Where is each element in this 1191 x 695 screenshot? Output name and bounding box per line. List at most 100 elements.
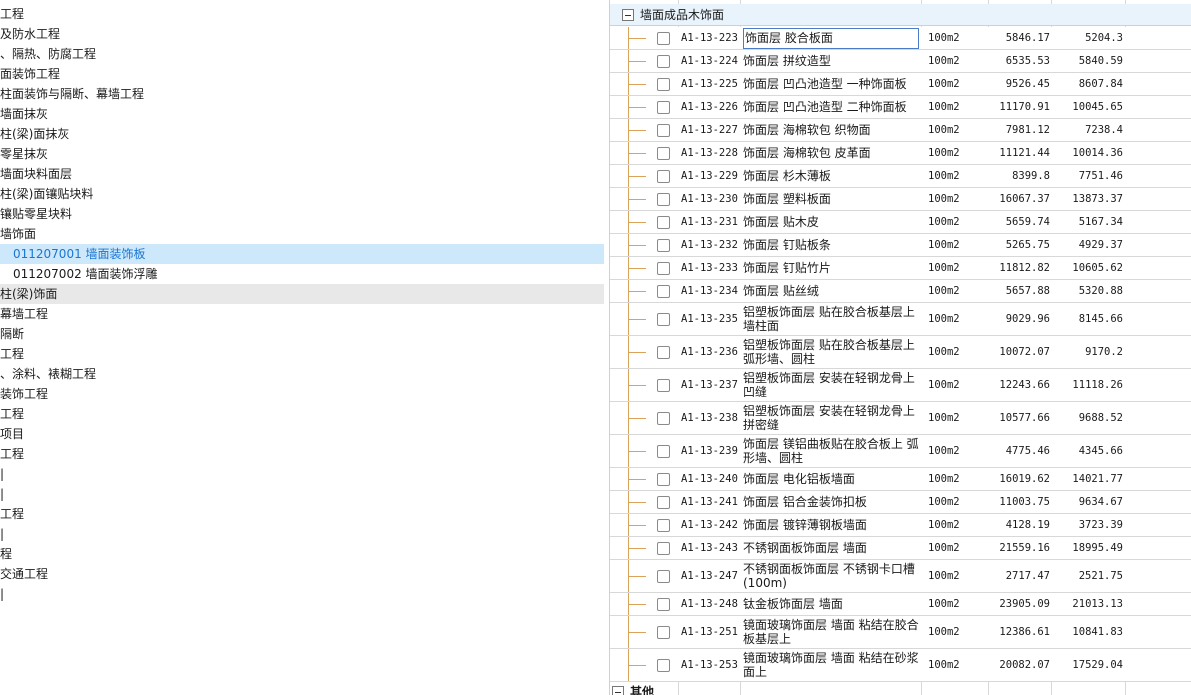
table-row[interactable]: A1-13-233 饰面层 钉贴竹片 100m2 11812.82 10605.62	[610, 257, 1191, 280]
table-row[interactable]: A1-13-228 饰面层 海棉软包 皮革面 100m2 11121.44 10014.…	[610, 142, 1191, 165]
quota-name[interactable]: 镜面玻璃饰面层 墙面 粘结在胶合板基层上	[743, 618, 919, 646]
tree-item[interactable]: 墙饰面	[0, 224, 604, 244]
row-checkbox[interactable]	[657, 569, 670, 583]
quota-name[interactable]: 饰面层 海棉软包 织物面	[743, 119, 919, 142]
row-checkbox[interactable]	[657, 625, 670, 639]
table-row[interactable]: A1-13-224 饰面层 拼纹造型 100m2 6535.53 5840.59	[610, 50, 1191, 73]
row-checkbox[interactable]	[657, 54, 670, 68]
tree-item[interactable]: 011207001 墙面装饰板	[0, 244, 604, 264]
row-checkbox[interactable]	[657, 597, 670, 611]
table-row[interactable]: A1-13-240 饰面层 电化铝板墙面 100m2 16019.62 14021.77	[610, 468, 1191, 491]
row-checkbox[interactable]	[657, 472, 670, 486]
tree-item[interactable]: 柱面装饰与隔断、幕墙工程	[0, 84, 604, 104]
quota-name[interactable]: 铝塑板饰面层 安装在轻钢龙骨上 拼密缝	[743, 404, 919, 432]
row-checkbox[interactable]	[657, 444, 670, 458]
table-row[interactable]: A1-13-234 饰面层 贴丝绒 100m2 5657.88 5320.88	[610, 280, 1191, 303]
row-checkbox[interactable]	[657, 169, 670, 183]
row-checkbox[interactable]	[657, 312, 670, 326]
tree-item[interactable]: 、涂料、裱糊工程	[0, 364, 604, 384]
table-row[interactable]: A1-13-239 饰面层 镁铝曲板贴在胶合板上 弧形墙、圆柱 100m2 4775.…	[610, 435, 1191, 468]
tree-item[interactable]: 011207002 墙面装饰浮雕	[0, 264, 604, 284]
table-row[interactable]: A1-13-223 饰面层 胶合板面 100m2 5846.17 5204.3	[610, 27, 1191, 50]
tree-item[interactable]: 镶贴零星块料	[0, 204, 604, 224]
tree-item[interactable]: 项目	[0, 424, 604, 444]
table-row[interactable]: A1-13-253 镜面玻璃饰面层 墙面 粘结在砂浆面上 100m2 20082.07…	[610, 649, 1191, 682]
table-row[interactable]: A1-13-247 不锈钢面板饰面层 不锈钢卡口槽 (100m) 100m2 2717…	[610, 560, 1191, 593]
tree-item[interactable]: 柱(梁)饰面	[0, 284, 604, 304]
table-row[interactable]: A1-13-225 饰面层 凹凸池造型 一种饰面板 100m2 9526.45 8607…	[610, 73, 1191, 96]
table-row[interactable]: A1-13-230 饰面层 塑料板面 100m2 16067.37 13873.37	[610, 188, 1191, 211]
row-checkbox[interactable]	[657, 495, 670, 509]
table-row[interactable]: A1-13-242 饰面层 镀锌薄钢板墙面 100m2 4128.19 3723.39	[610, 514, 1191, 537]
row-checkbox[interactable]	[657, 261, 670, 275]
tree-item[interactable]: 装饰工程	[0, 384, 604, 404]
row-checkbox[interactable]	[657, 192, 670, 206]
quota-name[interactable]: 饰面层 杉木薄板	[743, 165, 919, 188]
tree-item[interactable]: |	[0, 524, 604, 544]
table-row[interactable]: A1-13-236 铝塑板饰面层 贴在胶合板基层上 弧形墙、圆柱 100m2 1007…	[610, 336, 1191, 369]
tree-item[interactable]: 工程	[0, 504, 604, 524]
row-checkbox[interactable]	[657, 658, 670, 672]
row-checkbox[interactable]	[657, 123, 670, 137]
table-row[interactable]: A1-13-238 铝塑板饰面层 安装在轻钢龙骨上 拼密缝 100m2 10577.6…	[610, 402, 1191, 435]
row-checkbox[interactable]	[657, 345, 670, 359]
table-row[interactable]: A1-13-237 铝塑板饰面层 安装在轻钢龙骨上 凹缝 100m2 12243.66…	[610, 369, 1191, 402]
tree-item[interactable]: |	[0, 464, 604, 484]
table-row[interactable]: A1-13-243 不锈钢面板饰面层 墙面 100m2 21559.16 18995.4…	[610, 537, 1191, 560]
group-row-other[interactable]: 其他	[610, 683, 1191, 695]
tree-item[interactable]: 、隔热、防腐工程	[0, 44, 604, 64]
collapse-icon[interactable]	[622, 9, 634, 21]
tree-item[interactable]: 工程	[0, 444, 604, 464]
row-checkbox[interactable]	[657, 146, 670, 160]
quota-name[interactable]: 饰面层 镀锌薄钢板墙面	[743, 514, 919, 537]
table-row[interactable]: A1-13-248 钛金板饰面层 墙面 100m2 23905.09 21013.13	[610, 593, 1191, 616]
quota-name[interactable]: 饰面层 胶合板面	[743, 28, 919, 49]
table-row[interactable]: A1-13-226 饰面层 凹凸池造型 二种饰面板 100m2 11170.91 100…	[610, 96, 1191, 119]
tree-item[interactable]: 交通工程	[0, 564, 604, 584]
table-row[interactable]: A1-13-227 饰面层 海棉软包 织物面 100m2 7981.12 7238.4	[610, 119, 1191, 142]
group-row[interactable]: 墙面成品木饰面	[610, 4, 1191, 26]
tree-item[interactable]: 程	[0, 544, 604, 564]
quota-name[interactable]: 饰面层 拼纹造型	[743, 50, 919, 73]
quota-name[interactable]: 镜面玻璃饰面层 墙面 粘结在砂浆面上	[743, 651, 919, 679]
row-checkbox[interactable]	[657, 238, 670, 252]
row-checkbox[interactable]	[657, 31, 670, 45]
quota-name[interactable]: 不锈钢面板饰面层 墙面	[743, 537, 919, 560]
quota-name[interactable]: 不锈钢面板饰面层 不锈钢卡口槽 (100m)	[743, 562, 919, 590]
table-row[interactable]: A1-13-231 饰面层 贴木皮 100m2 5659.74 5167.34	[610, 211, 1191, 234]
tree-item[interactable]: 隔断	[0, 324, 604, 344]
quota-name[interactable]: 饰面层 塑料板面	[743, 188, 919, 211]
tree-item[interactable]: 及防水工程	[0, 24, 604, 44]
quota-name[interactable]: 铝塑板饰面层 贴在胶合板基层上 弧形墙、圆柱	[743, 338, 919, 366]
quota-name[interactable]: 饰面层 凹凸池造型 一种饰面板	[743, 73, 919, 96]
quota-name[interactable]: 饰面层 电化铝板墙面	[743, 468, 919, 491]
collapse-icon[interactable]	[612, 686, 624, 695]
tree-item[interactable]: 零星抹灰	[0, 144, 604, 164]
quota-name[interactable]: 饰面层 海棉软包 皮革面	[743, 142, 919, 165]
row-checkbox[interactable]	[657, 100, 670, 114]
tree-item[interactable]: 柱(梁)面抹灰	[0, 124, 604, 144]
row-checkbox[interactable]	[657, 518, 670, 532]
quota-name[interactable]: 饰面层 贴木皮	[743, 211, 919, 234]
tree-item[interactable]: |	[0, 484, 604, 504]
tree-item[interactable]: 墙面抹灰	[0, 104, 604, 124]
tree-item[interactable]: 墙面块料面层	[0, 164, 604, 184]
table-row[interactable]: A1-13-241 饰面层 铝合金装饰扣板 100m2 11003.75 9634.67	[610, 491, 1191, 514]
tree-item[interactable]: |	[0, 584, 604, 604]
row-checkbox[interactable]	[657, 541, 670, 555]
table-row[interactable]: A1-13-235 铝塑板饰面层 贴在胶合板基层上 墙柱面 100m2 9029.96…	[610, 303, 1191, 336]
quota-name[interactable]: 钛金板饰面层 墙面	[743, 593, 919, 616]
quota-name[interactable]: 铝塑板饰面层 贴在胶合板基层上 墙柱面	[743, 305, 919, 333]
tree-item[interactable]: 工程	[0, 404, 604, 424]
tree-item[interactable]: 幕墙工程	[0, 304, 604, 324]
quota-name[interactable]: 饰面层 贴丝绒	[743, 280, 919, 303]
row-checkbox[interactable]	[657, 284, 670, 298]
row-checkbox[interactable]	[657, 215, 670, 229]
quota-name[interactable]: 铝塑板饰面层 安装在轻钢龙骨上 凹缝	[743, 371, 919, 399]
row-checkbox[interactable]	[657, 378, 670, 392]
quota-name[interactable]: 饰面层 镁铝曲板贴在胶合板上 弧形墙、圆柱	[743, 437, 919, 465]
tree-item[interactable]: 面装饰工程	[0, 64, 604, 84]
table-row[interactable]: A1-13-251 镜面玻璃饰面层 墙面 粘结在胶合板基层上 100m2 12386.…	[610, 616, 1191, 649]
tree-item[interactable]: 柱(梁)面镶贴块料	[0, 184, 604, 204]
table-row[interactable]: A1-13-229 饰面层 杉木薄板 100m2 8399.8 7751.46	[610, 165, 1191, 188]
